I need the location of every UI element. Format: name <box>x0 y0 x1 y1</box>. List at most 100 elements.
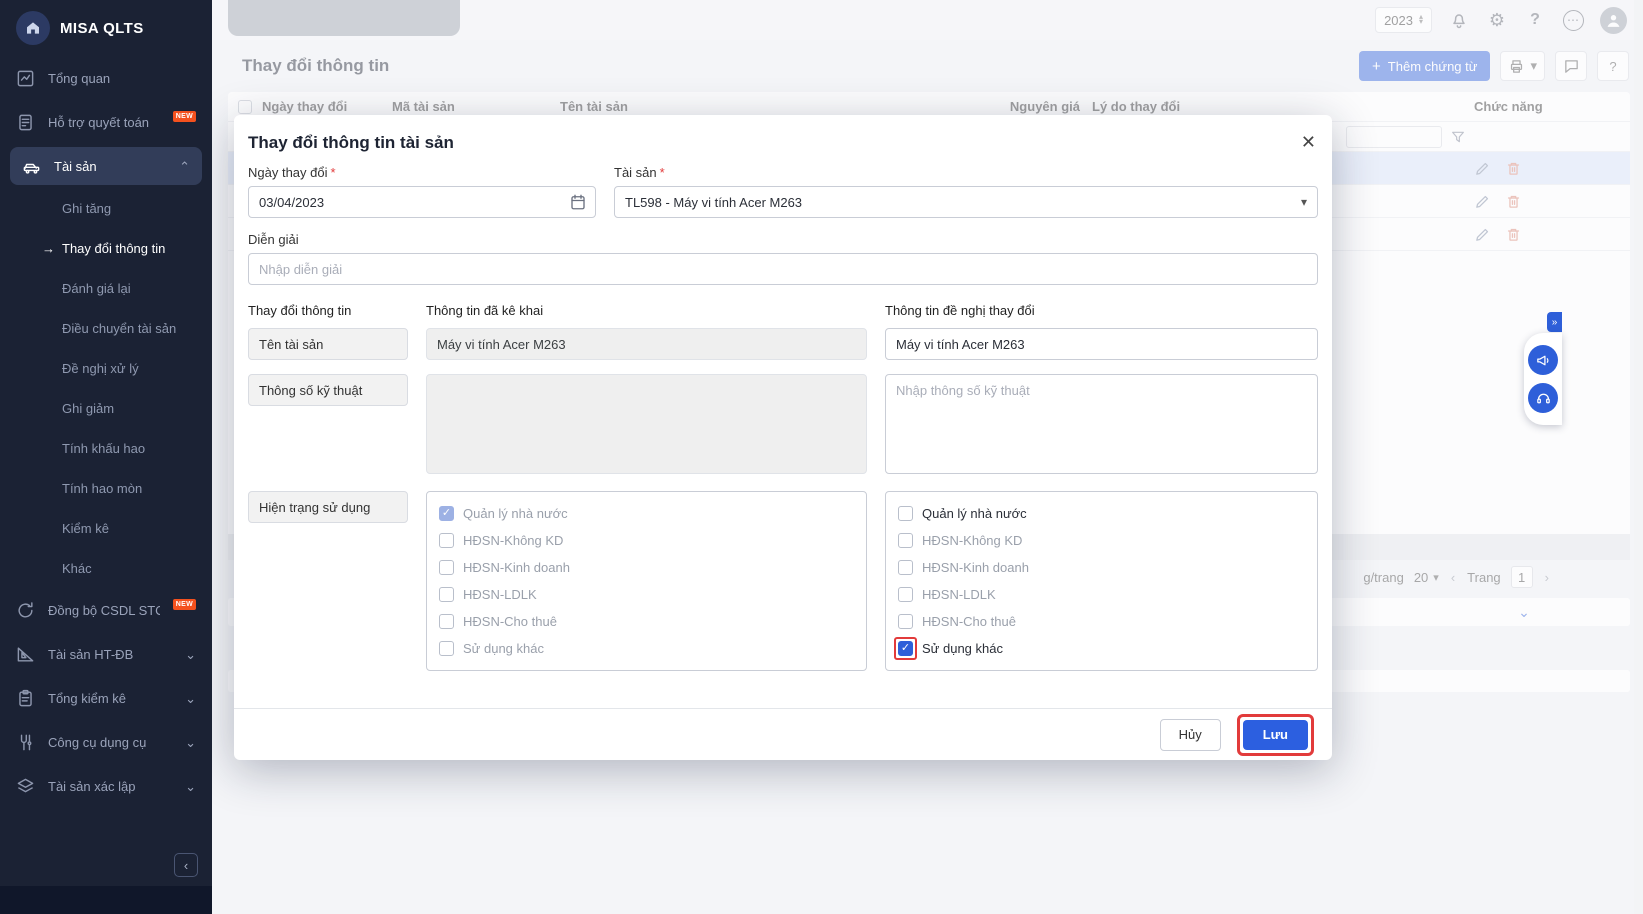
calendar-icon[interactable] <box>569 193 587 211</box>
dialog-header: Thay đổi thông tin tài sản ✕ <box>234 115 1332 165</box>
usage-option[interactable]: ✓ Quản lý nhà nước <box>898 500 1305 527</box>
sidebar-item-dong-bo-csdl-stc[interactable]: Đồng bộ CSDL STC NEW <box>0 588 212 632</box>
save-highlight-ring: Lưu <box>1237 714 1314 756</box>
proposed-usage-panel: ✓ Quản lý nhà nước ✓ HĐSN-Không KD ✓ HĐS… <box>885 491 1318 671</box>
proposed-spec-textarea[interactable] <box>885 374 1318 474</box>
submenu-item-kiem-ke[interactable]: → Kiểm kê <box>0 508 212 548</box>
checkbox-disabled: ✓ <box>439 587 454 602</box>
checkbox-su-dung-khac[interactable]: ✓ <box>898 641 913 656</box>
usage-option[interactable]: ✓ HĐSN-Kinh doanh <box>898 554 1305 581</box>
usage-option: ✓ Sử dụng khác <box>439 635 854 662</box>
asset-select[interactable]: TL598 - Máy vi tính Acer M263 ▾ <box>614 186 1318 218</box>
layers-icon <box>16 777 35 796</box>
submenu-item-de-nghi-xu-ly[interactable]: → Đề nghị xử lý <box>0 348 212 388</box>
submenu-item-ghi-tang[interactable]: → Ghi tăng <box>0 188 212 228</box>
sidebar-item-label: Đồng bộ CSDL STC <box>48 603 160 618</box>
checkbox-hdsn-khong-kd[interactable]: ✓ <box>898 533 913 548</box>
change-date-input[interactable] <box>248 186 596 218</box>
scrollbar[interactable] <box>1634 0 1643 914</box>
new-badge: NEW <box>173 111 196 122</box>
checkbox-disabled: ✓ <box>439 614 454 629</box>
proposed-column-header: Thông tin đề nghị thay đổi <box>885 297 1318 328</box>
sidebar-item-tai-san-xac-lap[interactable]: Tài sản xác lập ⌄ <box>0 764 212 808</box>
app-root: MISA QLTS Tổng quan Hỗ trợ quyết toán NE… <box>0 0 1643 914</box>
submenu-item-khac[interactable]: → Khác <box>0 548 212 588</box>
declared-spec-textarea <box>426 374 867 474</box>
main-area: 2023 ▴ ▾ ⚙ ? ⋯ <box>212 0 1643 914</box>
submenu-item-label: Điều chuyển tài sản <box>62 321 176 336</box>
dialog-title: Thay đổi thông tin tài sản <box>248 133 454 153</box>
sidebar-item-tai-san-ht-db[interactable]: Tài sản HT-ĐB ⌄ <box>0 632 212 676</box>
brand-name: MISA QLTS <box>60 20 144 37</box>
usage-option[interactable]: ✓ HĐSN-LDLK <box>898 581 1305 608</box>
submenu-item-tinh-hao-mon[interactable]: → Tính hao mòn <box>0 468 212 508</box>
attribute-chip-name: Tên tài sản <box>248 328 408 360</box>
submenu-item-label: Đề nghị xử lý <box>62 361 139 376</box>
sidebar-item-label: Tổng kiểm kê <box>48 691 172 706</box>
submenu-item-danh-gia-lai[interactable]: → Đánh giá lại <box>0 268 212 308</box>
checkbox-hdsn-cho-thue[interactable]: ✓ <box>898 614 913 629</box>
submenu-item-tinh-khau-hao[interactable]: → Tính khấu hao <box>0 428 212 468</box>
sidebar-collapse-button[interactable]: ‹ <box>174 853 198 877</box>
usage-option[interactable]: ✓ HĐSN-Không KD <box>898 527 1305 554</box>
sidebar: MISA QLTS Tổng quan Hỗ trợ quyết toán NE… <box>0 0 212 914</box>
usage-option-highlighted[interactable]: ✓ Sử dụng khác <box>898 635 1305 662</box>
side-panel-tab[interactable]: » <box>1547 312 1562 332</box>
change-info-dialog: Thay đổi thông tin tài sản ✕ Ngày thay đ… <box>234 115 1332 760</box>
arrow-right-icon: → <box>42 241 62 256</box>
sidebar-item-tong-kiem-ke[interactable]: Tổng kiểm kê ⌄ <box>0 676 212 720</box>
sidebar-item-label: Tổng quan <box>48 71 196 86</box>
app-logo-icon <box>16 11 50 45</box>
submenu-item-label: Tính khấu hao <box>62 441 145 456</box>
chevron-down-icon: ⌄ <box>185 736 196 749</box>
sidebar-footer: ‹ <box>0 844 212 914</box>
description-field-label: Diễn giải <box>248 232 1318 247</box>
settlement-icon <box>16 113 35 132</box>
description-input[interactable] <box>248 253 1318 285</box>
chevron-down-icon: ⌄ <box>185 648 196 661</box>
declared-usage-panel: ✓ Quản lý nhà nước ✓ HĐSN-Không KD ✓ HĐS… <box>426 491 867 671</box>
sidebar-item-label: Hỗ trợ quyết toán <box>48 115 160 130</box>
sidebar-item-ho-tro-quyet-toan[interactable]: Hỗ trợ quyết toán NEW <box>0 100 212 144</box>
usage-option: ✓ HĐSN-Không KD <box>439 527 854 554</box>
sidebar-item-cong-cu-dung-cu[interactable]: Công cụ dụng cụ ⌄ <box>0 720 212 764</box>
attribute-chip-usage: Hiện trạng sử dụng <box>248 491 408 523</box>
required-asterisk: * <box>331 165 336 180</box>
headset-icon <box>1535 390 1552 407</box>
close-icon[interactable]: ✕ <box>1301 132 1316 153</box>
submenu-item-label: Thay đổi thông tin <box>62 241 165 256</box>
submenu-item-thay-doi-thong-tin[interactable]: → Thay đổi thông tin <box>0 228 212 268</box>
dialog-footer: Hủy Lưu <box>234 708 1332 760</box>
usage-option: ✓ HĐSN-Kinh doanh <box>439 554 854 581</box>
sidebar-bottom-strip <box>0 886 212 914</box>
date-field-label: Ngày thay đổi* <box>248 165 596 180</box>
checkbox-hdsn-ldlk[interactable]: ✓ <box>898 587 913 602</box>
submenu-item-label: Đánh giá lại <box>62 281 131 296</box>
support-button[interactable] <box>1528 383 1558 413</box>
check-icon: ✓ <box>442 508 451 519</box>
sidebar-item-tong-quan[interactable]: Tổng quan <box>0 56 212 100</box>
assets-icon <box>22 157 41 176</box>
usage-option: ✓ HĐSN-LDLK <box>439 581 854 608</box>
sidebar-item-tai-san[interactable]: Tài sản ⌃ <box>10 147 202 185</box>
checkbox-quan-ly-nha-nuoc[interactable]: ✓ <box>898 506 913 521</box>
usage-option[interactable]: ✓ HĐSN-Cho thuê <box>898 608 1305 635</box>
cancel-button[interactable]: Hủy <box>1160 719 1221 751</box>
highlight-ring: ✓ <box>894 637 917 660</box>
usage-option: ✓ HĐSN-Cho thuê <box>439 608 854 635</box>
assets-submenu: → Ghi tăng → Thay đổi thông tin → Đánh g… <box>0 188 212 588</box>
submenu-item-label: Tính hao mòn <box>62 481 142 496</box>
attribute-chip-spec: Thông số kỹ thuật <box>248 374 408 406</box>
save-button[interactable]: Lưu <box>1243 720 1308 750</box>
check-icon: ✓ <box>901 643 910 654</box>
checkbox-disabled: ✓ <box>439 533 454 548</box>
proposed-name-input[interactable] <box>885 328 1318 360</box>
sidebar-item-label: Tài sản HT-ĐB <box>48 647 172 662</box>
submenu-item-ghi-giam[interactable]: → Ghi giảm <box>0 388 212 428</box>
checkbox-checked-disabled: ✓ <box>439 506 454 521</box>
submenu-item-dieu-chuyen-tai-san[interactable]: → Điều chuyển tài sản <box>0 308 212 348</box>
announcement-button[interactable] <box>1528 345 1558 375</box>
checkbox-hdsn-kinh-doanh[interactable]: ✓ <box>898 560 913 575</box>
submenu-item-label: Khác <box>62 561 92 576</box>
sync-icon <box>16 601 35 620</box>
